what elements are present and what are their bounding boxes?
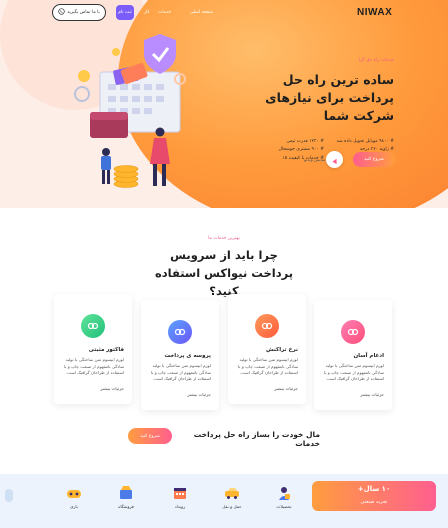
- category-label: حمل و نقل: [222, 504, 242, 509]
- nav-item-services[interactable]: خدمات: [158, 10, 171, 15]
- experience-badge: ۱۰ سال+ تجربه صنعتی: [312, 481, 436, 511]
- start-button[interactable]: شروع کنید: [353, 152, 395, 167]
- login-button[interactable]: ثبت نام: [116, 5, 134, 20]
- category-event[interactable]: رویداد: [160, 485, 200, 509]
- feature-card-description: لورم ایپسوم متن ساختگی با تولید سادگی نا…: [150, 363, 211, 381]
- play-video-label: نمایش ویدئو: [304, 157, 326, 162]
- start-button-secondary[interactable]: شروع کنید: [128, 428, 172, 444]
- category-shop[interactable]: فروشگاه: [106, 485, 146, 509]
- category-transport[interactable]: حمل و نقل: [212, 485, 252, 509]
- feature-card-transaction[interactable]: نرخ تراکنش لورم ایپسوم متن ساختگی با تول…: [228, 294, 306, 404]
- event-icon: [172, 485, 188, 501]
- feature-card-description: لورم ایپسوم متن ساختگی با تولید سادگی نا…: [323, 363, 384, 381]
- category-game[interactable]: بازی: [54, 485, 94, 509]
- payment-illustration: [60, 34, 200, 194]
- feature-card-description: لورم ایپسوم متن ساختگی با تولید سادگی نا…: [63, 357, 124, 375]
- hero-bullet: # ۹۰۰ مشتری خوشحال: [278, 147, 324, 152]
- logo[interactable]: NIWAX: [357, 7, 392, 18]
- shop-icon: [118, 485, 134, 501]
- invoice-icon: [81, 314, 105, 338]
- more-details-link[interactable]: جزئیات بیشتر: [360, 392, 384, 397]
- hero-title: ساده ترین راه حل پرداخت برای نیازهای شرک…: [265, 72, 394, 123]
- feature-card-integration[interactable]: ادغام آسان لورم ایپسوم متن ساختگی با تول…: [314, 300, 392, 410]
- carousel-indicator[interactable]: [5, 489, 13, 502]
- payment-process-icon: [168, 320, 192, 344]
- more-details-link[interactable]: جزئیات بیشتر: [100, 386, 124, 391]
- category-label: تحصیلات: [276, 504, 292, 509]
- play-icon: [331, 150, 338, 169]
- feature-card-title: نرخ تراکنش: [266, 347, 298, 353]
- category-label: رویداد: [174, 504, 186, 509]
- play-video-button[interactable]: [326, 151, 343, 168]
- hero-eyebrow: خدمات راه حل گرا: [358, 58, 394, 63]
- hero-bullet: # ۱۲۳۰ قدرت تیمی: [286, 138, 324, 144]
- feature-card-title: فاکتور مثبتی: [88, 347, 124, 353]
- category-label: بازی: [70, 504, 78, 509]
- feature-card-description: لورم ایپسوم متن ساختگی با تولید سادگی نا…: [237, 357, 298, 375]
- feature-card-title: پروسه ی پرداخت: [164, 353, 211, 359]
- category-label: فروشگاه: [118, 504, 134, 509]
- nav-item-work[interactable]: کار: [144, 10, 150, 15]
- transaction-icon: [255, 314, 279, 338]
- whatsapp-icon: [58, 8, 65, 17]
- feature-card-payment-process[interactable]: پروسه ی پرداخت لورم ایپسوم متن ساختگی با…: [141, 300, 219, 410]
- more-details-link[interactable]: جزئیات بیشتر: [187, 392, 211, 397]
- experience-years: ۱۰ سال+: [357, 485, 391, 493]
- hero-text: خدمات راه حل گرا ساده ترین راه حل پرداخت…: [260, 58, 394, 161]
- cta-text: مال خودت را بساز راه حل پرداخت خدمات: [193, 430, 320, 448]
- category-education[interactable]: تحصیلات: [264, 485, 304, 509]
- feature-card-title: ادغام آسان: [353, 353, 384, 359]
- call-button[interactable]: با ما تماس بگیرید: [52, 4, 106, 21]
- education-icon: [276, 485, 292, 501]
- top-navbar: با ما تماس بگیرید ثبت نام کار خدمات صفحه…: [52, 4, 392, 22]
- game-icon: [66, 485, 82, 501]
- integration-icon: [341, 320, 365, 344]
- hero-bullet: # ۹۸۰۰ موبایل تحویل داده شد: [336, 138, 394, 144]
- call-button-label: با ما تماس بگیرید: [67, 10, 100, 15]
- why-eyebrow: بهترین خدمات ما: [208, 236, 240, 241]
- more-details-link[interactable]: جزئیات بیشتر: [274, 386, 298, 391]
- nav-item-home[interactable]: صفحه اصلی: [190, 10, 213, 15]
- feature-card-invoice[interactable]: فاکتور مثبتی لورم ایپسوم متن ساختگی با ت…: [54, 294, 132, 404]
- why-title: چرا باید از سرویس پرداخت نیواکس استفاده …: [154, 248, 294, 298]
- experience-label: تجربه صنعتی: [360, 499, 388, 505]
- transport-icon: [224, 485, 240, 501]
